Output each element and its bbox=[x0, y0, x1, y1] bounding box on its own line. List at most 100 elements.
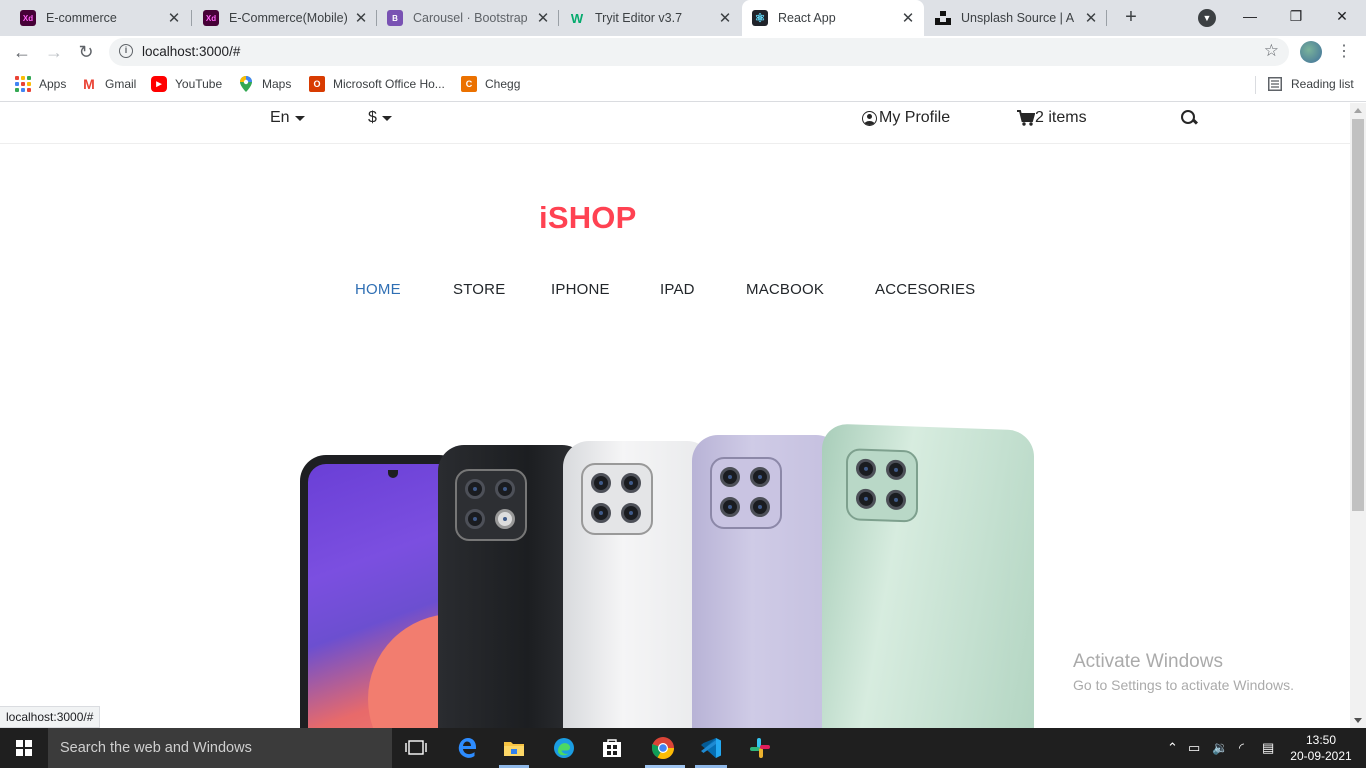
cart-link[interactable]: 2 items bbox=[1017, 106, 1087, 130]
bookmark-youtube[interactable]: ▶ YouTube bbox=[151, 76, 222, 92]
page-scrollbar[interactable] bbox=[1350, 103, 1366, 728]
user-circle-icon bbox=[862, 110, 877, 126]
office-icon: O bbox=[309, 76, 325, 92]
close-tab-icon[interactable]: ✕ bbox=[900, 9, 916, 27]
browser-toolbar: ← → ↻ i localhost:3000/# ☆ ⋮ bbox=[0, 36, 1366, 68]
profile-avatar[interactable] bbox=[1300, 41, 1322, 63]
close-tab-icon[interactable]: ✕ bbox=[717, 9, 733, 27]
close-tab-icon[interactable]: ✕ bbox=[166, 9, 182, 27]
tab-search-icon[interactable]: ▼ bbox=[1198, 9, 1216, 27]
minimize-button[interactable]: — bbox=[1227, 3, 1273, 29]
edge-legacy-icon[interactable] bbox=[455, 736, 479, 760]
caret-down-icon bbox=[381, 115, 392, 121]
close-tab-icon[interactable]: ✕ bbox=[1083, 9, 1099, 27]
nav-macbook[interactable]: MACBOOK bbox=[746, 281, 824, 298]
tab-title: React App bbox=[778, 11, 836, 25]
tab-divider bbox=[191, 10, 192, 26]
cart-count: 2 items bbox=[1035, 109, 1087, 126]
reading-list-button[interactable]: Reading list bbox=[1267, 76, 1354, 92]
notification-icon[interactable]: ▤ bbox=[1262, 728, 1274, 768]
tab-title: Unsplash Source | A Si bbox=[961, 11, 1077, 25]
vscode-icon[interactable] bbox=[699, 736, 723, 760]
site-info-icon[interactable]: i bbox=[119, 44, 133, 58]
tab-bootstrap-carousel[interactable]: B Carousel · Bootstrap v5 ✕ bbox=[379, 0, 557, 36]
wifi-icon[interactable]: ◜ bbox=[1239, 728, 1244, 768]
tab-react-app[interactable]: ⚛ React App ✕ bbox=[742, 0, 924, 36]
bookmark-label: Maps bbox=[262, 77, 292, 91]
tab-ecommerce[interactable]: Xd E-commerce ✕ bbox=[12, 0, 188, 36]
bookmark-label: Microsoft Office Ho... bbox=[333, 77, 445, 91]
activate-windows-watermark: Activate Windows Go to Settings to activ… bbox=[1073, 651, 1294, 693]
tab-ecommerce-mobile[interactable]: Xd E-Commerce(Mobile) ✕ bbox=[195, 0, 375, 36]
bootstrap-icon: B bbox=[387, 10, 403, 26]
tab-title: E-Commerce(Mobile) bbox=[229, 11, 347, 25]
bookmark-gmail[interactable]: M Gmail bbox=[81, 76, 136, 92]
system-clock[interactable]: 13:50 20-09-2021 bbox=[1290, 732, 1352, 764]
forward-button[interactable]: → bbox=[42, 40, 66, 64]
tab-divider bbox=[1106, 10, 1107, 26]
activate-windows-title: Activate Windows bbox=[1073, 651, 1223, 672]
phone-white bbox=[563, 441, 713, 728]
tab-unsplash[interactable]: Unsplash Source | A Si ✕ bbox=[927, 0, 1105, 36]
restore-button[interactable]: ❐ bbox=[1273, 3, 1319, 29]
nav-iphone[interactable]: IPHONE bbox=[551, 281, 610, 298]
nav-ipad[interactable]: IPAD bbox=[660, 281, 695, 298]
taskbar-search-box[interactable]: Search the web and Windows bbox=[48, 728, 392, 768]
scroll-up-arrow-icon[interactable] bbox=[1354, 108, 1362, 113]
react-icon: ⚛ bbox=[752, 10, 768, 26]
address-bar[interactable]: i localhost:3000/# ☆ bbox=[109, 38, 1289, 66]
microsoft-store-icon[interactable] bbox=[600, 736, 624, 760]
volume-icon[interactable]: 🔉 bbox=[1212, 728, 1228, 768]
chegg-icon: C bbox=[461, 76, 477, 92]
search-button[interactable] bbox=[1181, 106, 1198, 130]
close-window-button[interactable]: ✕ bbox=[1319, 3, 1365, 29]
close-tab-icon[interactable]: ✕ bbox=[353, 9, 369, 27]
menu-kebab-icon[interactable]: ⋮ bbox=[1336, 40, 1352, 64]
my-profile-link[interactable]: My Profile bbox=[862, 106, 950, 130]
bookmark-label: Apps bbox=[39, 77, 67, 91]
nav-accesories[interactable]: ACCESORIES bbox=[875, 281, 975, 298]
w3schools-icon: W bbox=[570, 10, 584, 26]
currency-dropdown[interactable]: $ bbox=[368, 106, 392, 130]
new-tab-button[interactable]: + bbox=[1119, 6, 1143, 30]
nav-store[interactable]: STORE bbox=[453, 281, 505, 298]
edge-icon[interactable] bbox=[552, 736, 576, 760]
bookmarks-divider bbox=[1255, 76, 1256, 94]
back-button[interactable]: ← bbox=[10, 40, 34, 64]
slack-icon[interactable] bbox=[748, 736, 772, 760]
nav-home[interactable]: HOME bbox=[355, 281, 401, 298]
hero-banner-image bbox=[300, 423, 1035, 728]
youtube-icon: ▶ bbox=[151, 76, 167, 92]
link-status-bubble: localhost:3000/# bbox=[0, 706, 101, 728]
chrome-icon[interactable] bbox=[651, 736, 675, 760]
site-logo[interactable]: iSHOP bbox=[539, 200, 636, 236]
language-value: En bbox=[270, 109, 290, 126]
scroll-down-arrow-icon[interactable] bbox=[1354, 718, 1362, 723]
bookmark-apps[interactable]: Apps bbox=[15, 76, 66, 92]
file-explorer-icon[interactable] bbox=[502, 736, 526, 760]
phone-mint bbox=[822, 423, 1034, 728]
bookmark-microsoft-office[interactable]: O Microsoft Office Ho... bbox=[309, 76, 445, 92]
bookmark-label: YouTube bbox=[175, 77, 223, 91]
bookmark-star-icon[interactable]: ☆ bbox=[1264, 41, 1279, 61]
bookmark-label: Chegg bbox=[485, 77, 521, 91]
scrollbar-thumb[interactable] bbox=[1352, 119, 1364, 511]
reload-button[interactable]: ↻ bbox=[74, 40, 98, 64]
show-hidden-icons[interactable]: ⌃ bbox=[1167, 728, 1178, 768]
task-view-icon[interactable] bbox=[404, 736, 428, 760]
bookmark-chegg[interactable]: C Chegg bbox=[461, 76, 520, 92]
adobe-xd-icon: Xd bbox=[203, 10, 219, 26]
caret-down-icon bbox=[294, 115, 305, 121]
tab-tryit-editor[interactable]: W Tryit Editor v3.7 ✕ bbox=[561, 0, 739, 36]
battery-icon[interactable]: ▭ bbox=[1188, 728, 1200, 768]
tab-title: E-commerce bbox=[46, 11, 117, 25]
apps-grid-icon bbox=[15, 76, 31, 92]
store-top-bar: En $ My Profile 2 items bbox=[0, 103, 1350, 144]
close-tab-icon[interactable]: ✕ bbox=[535, 9, 551, 27]
language-dropdown[interactable]: En bbox=[270, 106, 305, 130]
page-viewport: En $ My Profile 2 items iSHOP HOME STORE… bbox=[0, 103, 1350, 728]
address-url[interactable]: localhost:3000/# bbox=[142, 44, 240, 59]
start-button[interactable] bbox=[0, 728, 48, 768]
unsplash-icon bbox=[935, 10, 951, 26]
bookmark-maps[interactable]: Maps bbox=[238, 76, 291, 92]
